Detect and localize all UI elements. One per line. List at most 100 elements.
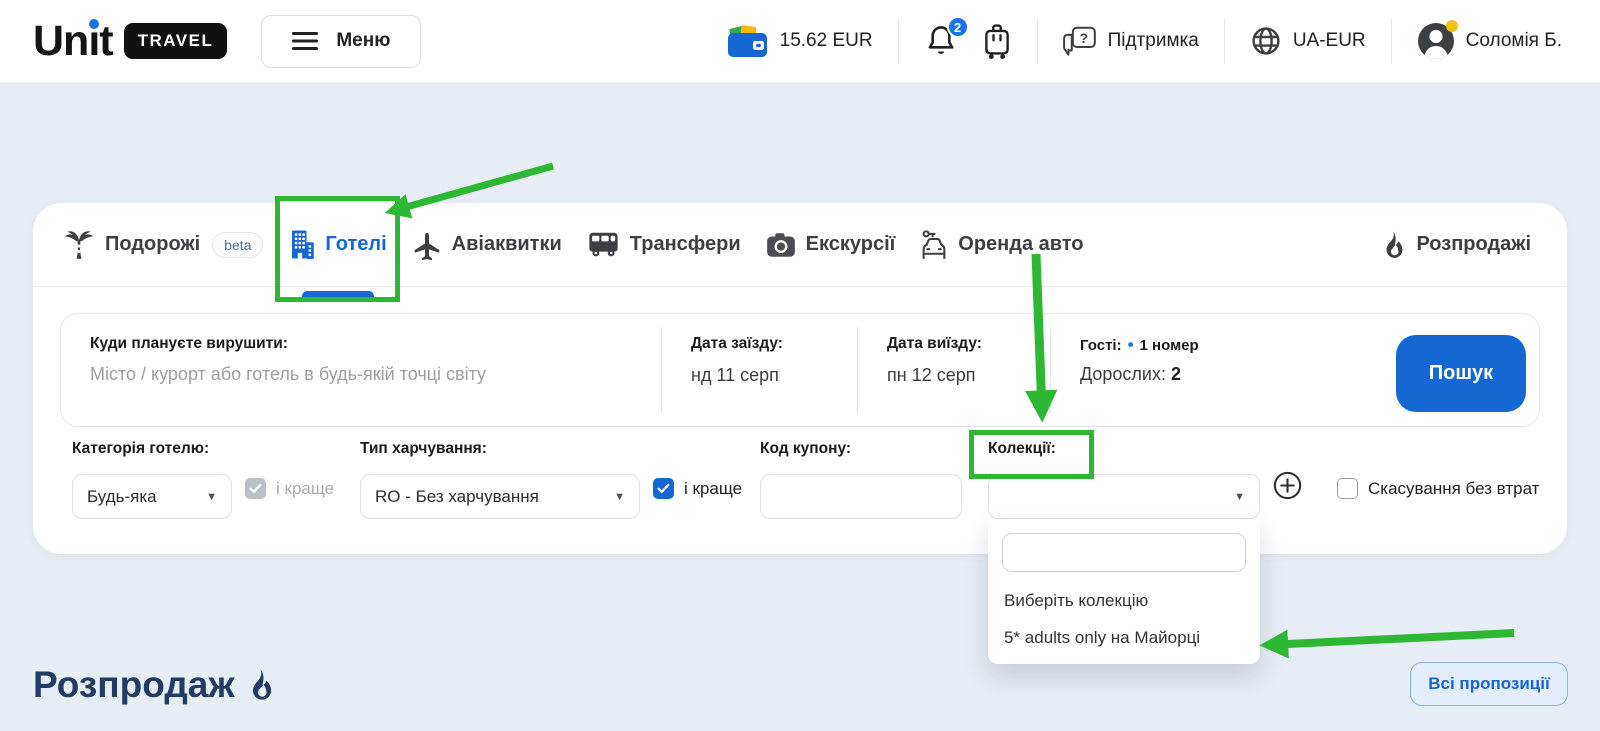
tab-sales-label: Розпродажі [1416,233,1531,256]
coupon-filter: Код купону: [760,440,962,519]
palm-icon [63,230,95,260]
chevron-down-icon: ▼ [1234,491,1245,503]
notifications-button[interactable]: 2 [924,23,958,59]
meal-type-value: RO - Без харчування [375,487,539,507]
check-icon [249,483,262,494]
collections-search-input[interactable] [1002,533,1246,572]
hotel-search-bar: Куди плануєте вирушити: Дата заїзду: нд … [60,313,1540,427]
filters-row: Категорія готелю: Будь-яка ▼ і краще Тип… [33,440,1567,550]
menu-label: Меню [336,30,390,52]
product-tabs: Подорожі beta Готелі [33,203,1567,287]
header-divider [1391,18,1392,64]
bus-icon [587,231,620,258]
header-divider [1037,18,1038,64]
camera-icon [766,232,796,258]
support-button[interactable]: ? Підтримка [1063,26,1199,57]
notifications-count-badge: 2 [947,16,969,38]
locale-label: UA-EUR [1293,30,1366,52]
meal-and-better-label: і краще [684,479,742,499]
locale-currency-button[interactable]: UA-EUR [1250,25,1366,57]
brand-logo: Unıt TRAVEL [33,17,227,66]
chevron-down-icon: ▼ [206,491,217,503]
brand-blue-dot [89,19,99,29]
menu-button[interactable]: Меню [261,15,421,68]
brand-word: Unıt [33,17,113,66]
checkout-field[interactable]: Дата виїзду: пн 12 серп [858,314,1050,426]
header-divider [898,18,899,64]
category-and-better-checkbox[interactable]: і краще [245,478,334,499]
hotel-category-select[interactable]: Будь-яка ▼ [72,474,232,519]
checkout-label: Дата виїзду: [887,335,1050,353]
tab-excursions[interactable]: Екскурсії [766,232,896,258]
tab-sales[interactable]: Розпродажі [1382,231,1531,259]
svg-text:?: ? [1079,31,1087,46]
destination-label: Куди плануєте вирушити: [90,335,661,353]
checkbox-checked-gray [245,478,266,499]
destination-field[interactable]: Куди плануєте вирушити: [61,314,661,426]
hotel-category-label: Категорія готелю: [72,440,232,458]
avatar-status-dot [1446,20,1458,32]
chevron-down-icon: ▼ [614,491,625,503]
guests-adults-label: Дорослих: [1080,364,1166,384]
tab-excursions-label: Екскурсії [806,233,896,256]
tab-trips-label: Подорожі [105,233,200,256]
plane-icon [412,230,442,260]
checkbox-checked-blue [653,478,674,499]
guests-label: Гості: [1080,337,1122,354]
trips-luggage-button[interactable] [982,23,1012,60]
plus-circle-icon [1273,471,1302,500]
collections-option-mallorca[interactable]: 5* adults only на Майорці [988,619,1260,656]
tab-hotels-label: Готелі [325,233,386,256]
wallet-balance[interactable]: 15.62 EUR [727,24,873,58]
tab-transfers[interactable]: Трансфери [587,231,741,258]
beta-badge: beta [212,232,263,258]
checkin-field[interactable]: Дата заїзду: нд 11 серп [662,314,857,426]
hotel-category-filter: Категорія готелю: Будь-яка ▼ [72,440,232,519]
free-cancellation-label: Скасування без втрат [1368,479,1539,499]
user-account-button[interactable]: Соломія Б. [1417,22,1562,60]
meal-type-filter: Тип харчування: RO - Без харчування ▼ [360,440,640,519]
guests-adults-value: 2 [1171,364,1181,384]
collections-option-placeholder[interactable]: Виберіть колекцію [988,582,1260,619]
free-cancellation-checkbox[interactable]: Скасування без втрат [1337,478,1539,499]
user-name: Соломія Б. [1466,30,1562,52]
coupon-label: Код купону: [760,440,962,458]
sales-section-title: Розпродаж [33,664,275,706]
active-tab-underline [302,291,374,301]
header-divider [1224,18,1225,64]
all-offers-button[interactable]: Всі пропозиції [1410,662,1568,706]
add-collection-button[interactable] [1273,471,1302,500]
checkin-label: Дата заїзду: [691,335,857,353]
wallet-icon [727,24,769,58]
flame-icon [248,669,275,701]
guests-dot-separator: • [1128,335,1134,355]
checkin-value: нд 11 серп [691,365,857,386]
meal-and-better-checkbox[interactable]: і краще [653,478,742,499]
check-icon [657,483,670,494]
wallet-balance-text: 15.62 EUR [780,30,873,52]
destination-input[interactable] [90,364,630,385]
header: Unıt TRAVEL Меню 15.62 EUR [0,0,1600,83]
meal-type-select[interactable]: RO - Без харчування ▼ [360,474,640,519]
hamburger-icon [292,32,318,50]
tab-flights[interactable]: Авіаквитки [412,230,562,260]
tab-car-rental[interactable]: Оренда авто [920,230,1083,260]
meal-type-label: Тип харчування: [360,440,640,458]
tab-trips[interactable]: Подорожі beta [63,230,263,260]
collections-label: Колекції: [988,440,1260,458]
search-panel-card: Подорожі beta Готелі [33,203,1567,554]
flame-icon [1382,231,1406,259]
category-and-better-label: і краще [276,479,334,499]
collections-dropdown: Виберіть колекцію 5* adults only на Майо… [988,520,1260,664]
search-button[interactable]: Пошук [1396,335,1526,412]
hotel-icon [288,230,315,259]
luggage-icon [982,23,1012,60]
tab-transfers-label: Трансфери [630,233,741,256]
hotel-category-value: Будь-яка [87,487,157,507]
avatar [1417,22,1455,60]
tab-hotels[interactable]: Готелі [288,230,386,259]
support-label: Підтримка [1108,30,1199,52]
chat-question-icon: ? [1063,26,1097,57]
collections-select[interactable]: ▼ [988,474,1260,519]
coupon-input[interactable] [760,474,962,519]
